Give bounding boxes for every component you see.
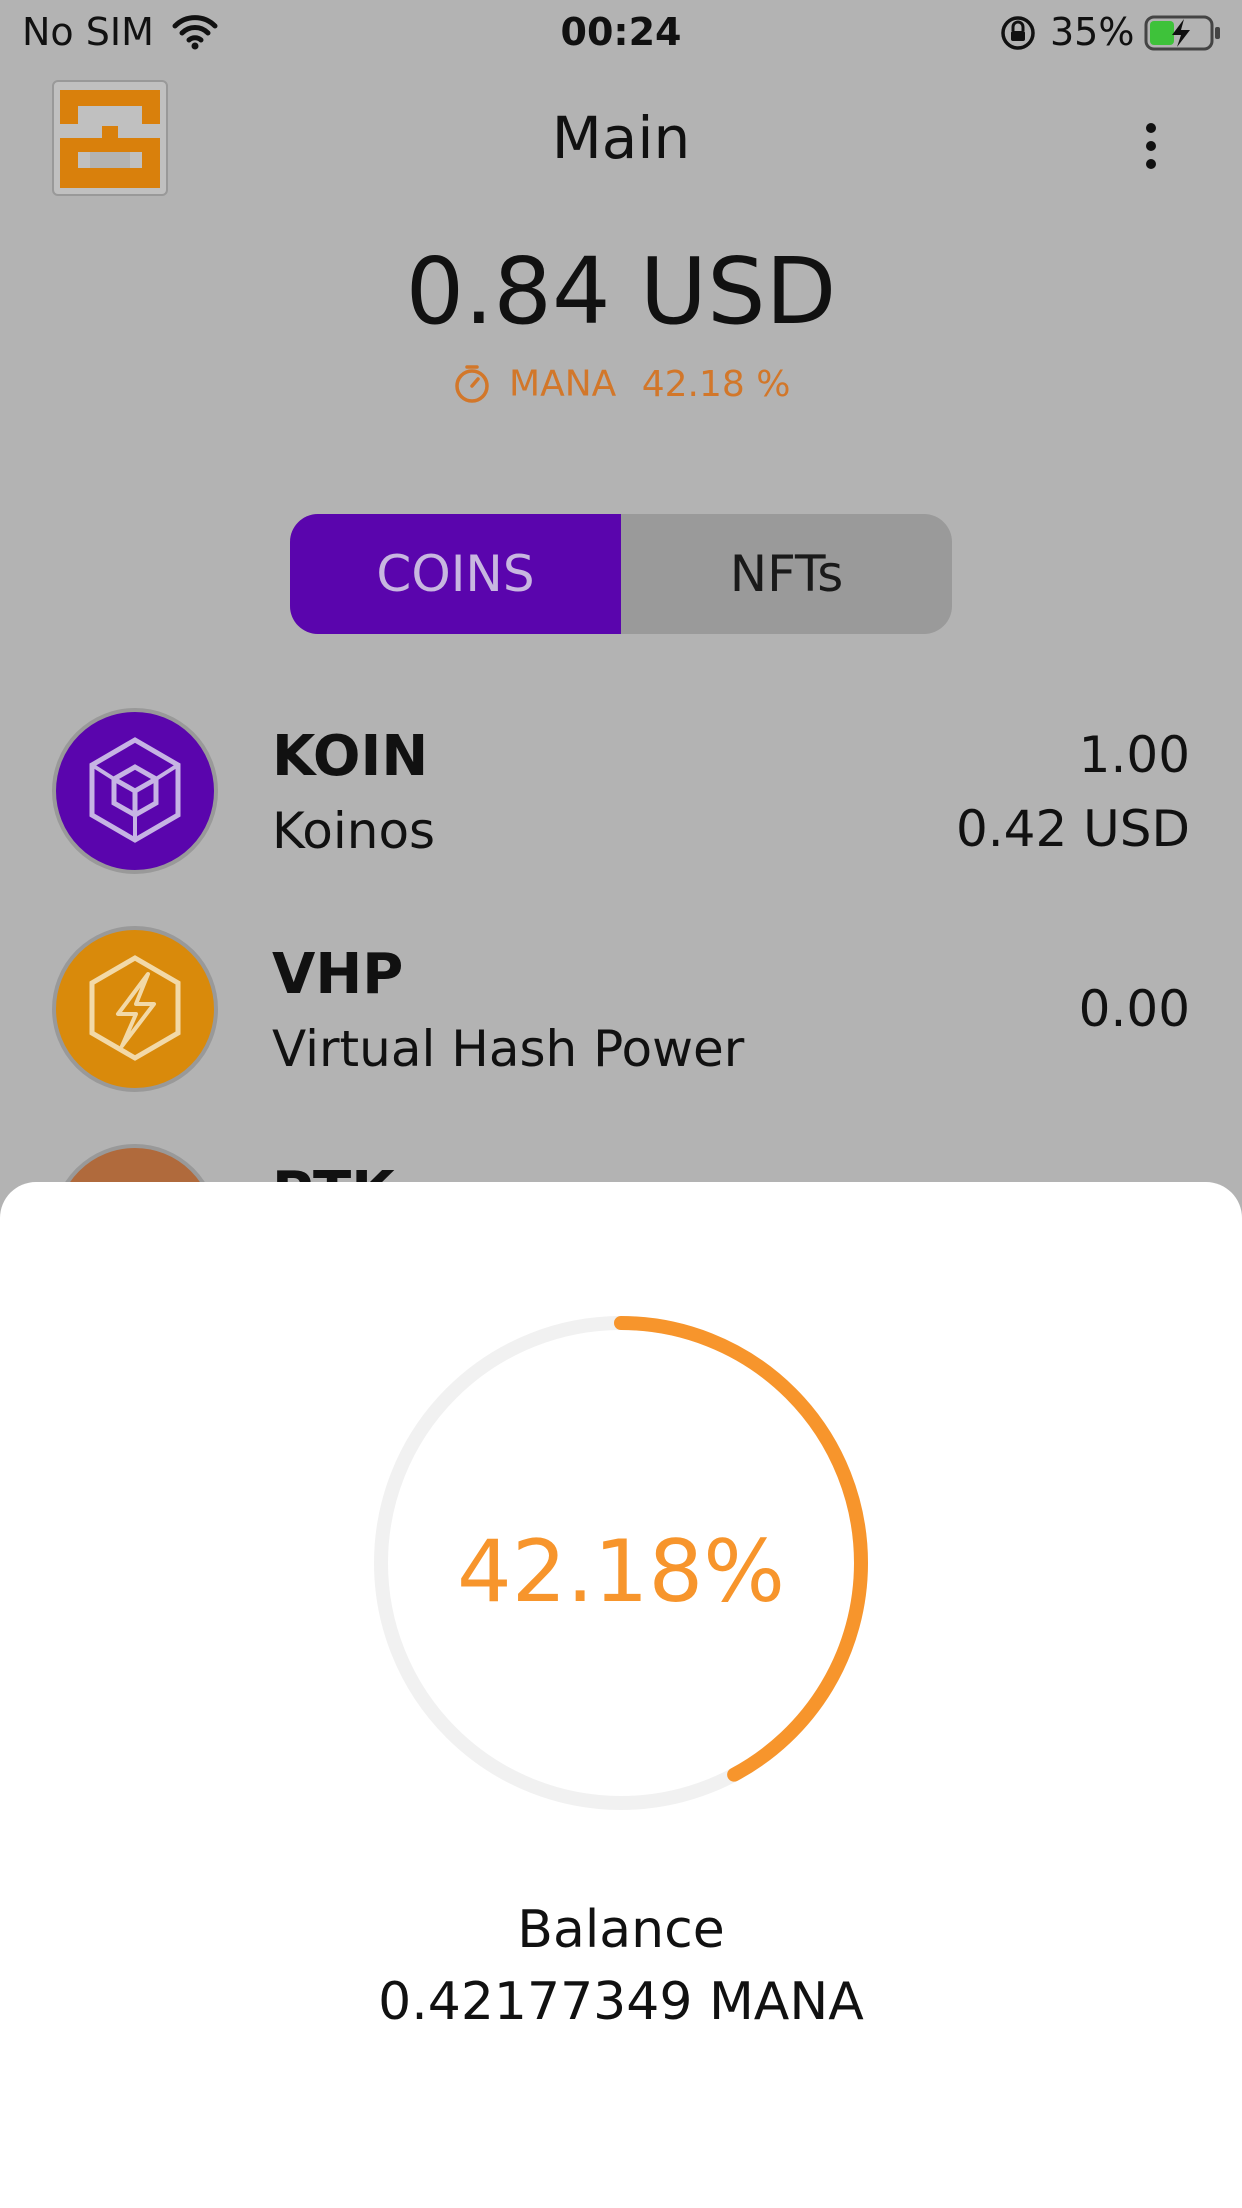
tab-coins[interactable]: COINS xyxy=(290,514,621,634)
battery-percent: 35% xyxy=(1050,10,1135,54)
vhp-lightning-icon xyxy=(52,926,218,1092)
mana-percent: 42.18 % xyxy=(641,363,791,405)
mana-indicator[interactable]: MANA 42.18 % xyxy=(0,362,1242,405)
battery-charging-icon xyxy=(1144,14,1224,56)
coin-symbol: VHP xyxy=(272,942,404,1007)
coin-symbol: KOIN xyxy=(272,724,429,789)
status-bar: No SIM 00:24 35% xyxy=(0,0,1242,66)
asset-tabs: COINS NFTs xyxy=(290,514,952,634)
coin-row-vhp[interactable]: VHP Virtual Hash Power 0.00 xyxy=(0,926,1242,1106)
timer-icon xyxy=(454,365,489,403)
balance-label: Balance xyxy=(517,1900,725,1960)
tab-nfts[interactable]: NFTs xyxy=(621,514,952,634)
mana-percent-value: 42.18% xyxy=(457,1522,785,1622)
mana-bottom-sheet: 42.18% Balance 0.42177349 MANA xyxy=(0,1182,1242,2208)
coin-name: Virtual Hash Power xyxy=(272,1020,745,1078)
total-balance: 0.84 USD xyxy=(405,238,837,345)
more-vertical-icon[interactable] xyxy=(1130,120,1172,174)
coin-row-koin[interactable]: KOIN Koinos 1.00 0.42 USD xyxy=(0,708,1242,888)
orientation-lock-icon xyxy=(998,14,1038,56)
coin-usd-value: 0.42 USD xyxy=(955,800,1190,858)
coin-amount: 0.00 xyxy=(1078,980,1190,1038)
koin-cube-icon xyxy=(52,708,218,874)
balance-value: 0.42177349 MANA xyxy=(378,1972,864,2032)
coin-name: Koinos xyxy=(272,802,436,860)
coin-amount: 1.00 xyxy=(1078,726,1190,784)
page-title: Main xyxy=(551,104,691,172)
mana-label: MANA xyxy=(509,363,617,405)
